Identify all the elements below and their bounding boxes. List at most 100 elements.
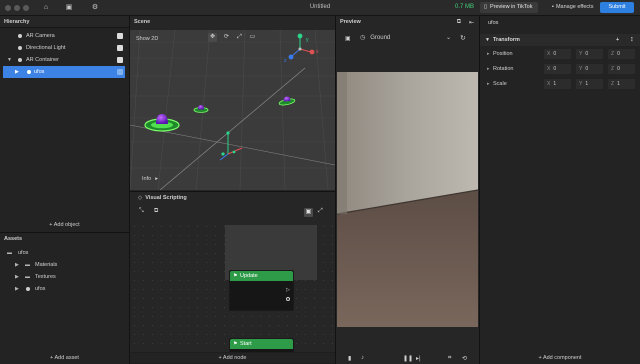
rotation-x-field[interactable]: X0 <box>544 64 571 74</box>
position-z-field[interactable]: Z0 <box>608 49 635 59</box>
visibility-checkbox[interactable] <box>117 45 123 51</box>
memory-usage: 0.7 MB <box>455 4 475 10</box>
object-icon <box>27 70 31 74</box>
chevron-down-icon: ▼ <box>485 37 490 43</box>
visual-scripting-header: ◇ Visual Scripting ⤡ ⧉ ▣ ⤢ <box>130 192 335 222</box>
hierarchy-item-ufos[interactable]: ▶ ufos <box>3 66 125 78</box>
update-node[interactable]: ⚑ Update ▷ <box>229 270 294 311</box>
orientation-gizmo[interactable] <box>288 33 315 60</box>
start-node[interactable]: ⚑ Start <box>229 338 294 352</box>
rect-tool-icon[interactable]: ▭ <box>248 33 257 42</box>
hierarchy-item-ar-container[interactable]: ▼ AR Container <box>0 54 129 66</box>
asset-item-textures[interactable]: ▶ ▬ Textures <box>0 271 129 283</box>
visual-scripting-canvas[interactable]: ⚑ Update ▷ ⚑ Start <box>130 222 335 352</box>
asset-item-materials[interactable]: ▶ ▬ Materials <box>0 259 129 271</box>
gizmo-x-label: x <box>316 49 319 55</box>
rotate-tool-icon[interactable]: ⟳ <box>222 33 231 42</box>
add-icon[interactable]: + <box>616 34 619 46</box>
hierarchy-item-ar-camera[interactable]: AR Camera <box>0 30 129 42</box>
collapse-icon[interactable]: ⇤ <box>469 19 474 26</box>
minimap-toggle-icon[interactable]: ▣ <box>304 208 313 217</box>
model-icon <box>26 287 30 291</box>
rotation-y-field[interactable]: Y0 <box>576 64 603 74</box>
submit-button[interactable]: Submit <box>600 2 634 13</box>
move-tool-icon[interactable]: ✥ <box>208 33 217 42</box>
fullscreen-icon[interactable]: ⤢ <box>318 208 323 215</box>
scene-title: Scene <box>130 16 335 28</box>
script-icon: ◇ <box>138 195 143 201</box>
add-component-button[interactable]: + Add component <box>480 353 640 363</box>
chevron-right-icon[interactable]: ▸ <box>487 63 490 75</box>
visibility-checkbox[interactable] <box>117 69 123 75</box>
rotation-z-field[interactable]: Z0 <box>608 64 635 74</box>
scale-x-field[interactable]: X1 <box>544 79 571 89</box>
chevron-down-icon[interactable]: ▼ <box>7 54 12 66</box>
add-node-button[interactable]: + Add node <box>130 353 335 363</box>
position-x-field[interactable]: X0 <box>544 49 571 59</box>
device-icon[interactable]: ▣ <box>345 35 351 42</box>
transform-section-header[interactable]: ▼ Transform + ⋮ <box>480 34 640 46</box>
container-icon <box>18 58 22 62</box>
data-out-port[interactable] <box>286 297 290 301</box>
popout-icon[interactable]: ⧉ <box>457 19 461 26</box>
background-select[interactable]: ◷ Ground <box>360 34 390 41</box>
auto-layout-icon[interactable]: ⤡ <box>139 208 144 215</box>
tiktok-icon[interactable]: ♪ <box>361 355 364 361</box>
restart-icon[interactable]: ⟲ <box>462 355 467 362</box>
scale-z-field[interactable]: Z1 <box>608 79 635 89</box>
ufo-model[interactable] <box>278 96 296 107</box>
asset-root-ufos[interactable]: ▬ ufos <box>0 247 129 259</box>
step-forward-icon[interactable]: ▸| <box>416 355 421 362</box>
hierarchy-item-directional-light[interactable]: Directional Light <box>0 42 129 54</box>
panel-divider[interactable] <box>0 232 129 233</box>
scene-viewport[interactable]: y x z Show 2D Info ▸ <box>130 30 335 190</box>
title-bar: ⌂ ▣ ⚙ Untitled 0.7 MB ▯ Preview in TikTo… <box>0 0 640 16</box>
hierarchy-title: Hierarchy <box>0 16 129 28</box>
clock-icon: ◷ <box>360 35 366 41</box>
frame-nodes-icon[interactable]: ⧉ <box>154 208 158 215</box>
scale-tool-icon[interactable]: ⤢ <box>235 33 244 42</box>
hierarchy-panel: Hierarchy AR Camera Directional Light ▼ … <box>0 16 129 232</box>
chevron-right-icon[interactable]: ▸ <box>487 78 490 90</box>
more-options-icon[interactable]: ⋮ <box>629 34 635 46</box>
position-y-field[interactable]: Y0 <box>576 49 603 59</box>
visibility-checkbox[interactable] <box>117 57 123 63</box>
chevron-right-icon[interactable]: ▶ <box>15 271 19 283</box>
visibility-checkbox[interactable] <box>117 33 123 39</box>
manage-effects-button[interactable]: ▪ Manage effects <box>546 2 594 13</box>
asset-item-ufos-model[interactable]: ▶ ufos <box>0 283 129 295</box>
phone-icon: ▯ <box>484 4 488 10</box>
chevron-right-icon[interactable]: ▶ <box>15 66 19 78</box>
camera-feed <box>337 72 478 327</box>
camera-preview-image <box>337 72 478 327</box>
add-object-button[interactable]: + Add object <box>0 220 129 230</box>
info-arrow-icon: ▸ <box>155 176 158 182</box>
event-icon: ⚑ <box>233 341 238 347</box>
gizmo-z-label: z <box>284 58 287 64</box>
chevron-right-icon[interactable]: ▶ <box>15 259 19 271</box>
preview-in-tiktok-button[interactable]: ▯ Preview in TikTok <box>480 2 538 13</box>
chevron-down-icon[interactable]: ⌄ <box>446 34 451 41</box>
scene-grid: y x z <box>130 30 335 190</box>
chevron-right-icon[interactable]: ▸ <box>487 48 490 60</box>
scale-y-field[interactable]: Y1 <box>576 79 603 89</box>
add-asset-button[interactable]: + Add asset <box>0 353 129 363</box>
pause-icon[interactable]: ❚❚ <box>403 355 413 362</box>
crop-icon[interactable]: ⌗ <box>448 355 451 362</box>
event-icon: ⚑ <box>233 273 238 279</box>
object-name-field[interactable]: ufos <box>484 19 636 28</box>
visual-scripting-title: Visual Scripting <box>145 195 187 201</box>
effects-icon: ▪ <box>552 4 554 10</box>
ufo-model[interactable] <box>144 114 180 132</box>
exec-out-port[interactable]: ▷ <box>286 287 290 293</box>
camera-toggle-icon[interactable]: ▮ <box>348 355 351 362</box>
show-2d-toggle[interactable]: Show 2D <box>136 36 158 42</box>
scene-info-toggle[interactable]: Info ▸ <box>142 176 158 182</box>
light-icon <box>18 46 22 50</box>
refresh-icon[interactable]: ↻ <box>460 34 466 42</box>
camera-icon <box>18 34 22 38</box>
chevron-right-icon[interactable]: ▶ <box>15 283 19 295</box>
ufo-model[interactable] <box>193 105 209 113</box>
assets-panel: Assets ▬ ufos ▶ ▬ Materials ▶ ▬ Textures… <box>0 233 129 364</box>
folder-icon: ▬ <box>25 262 30 268</box>
